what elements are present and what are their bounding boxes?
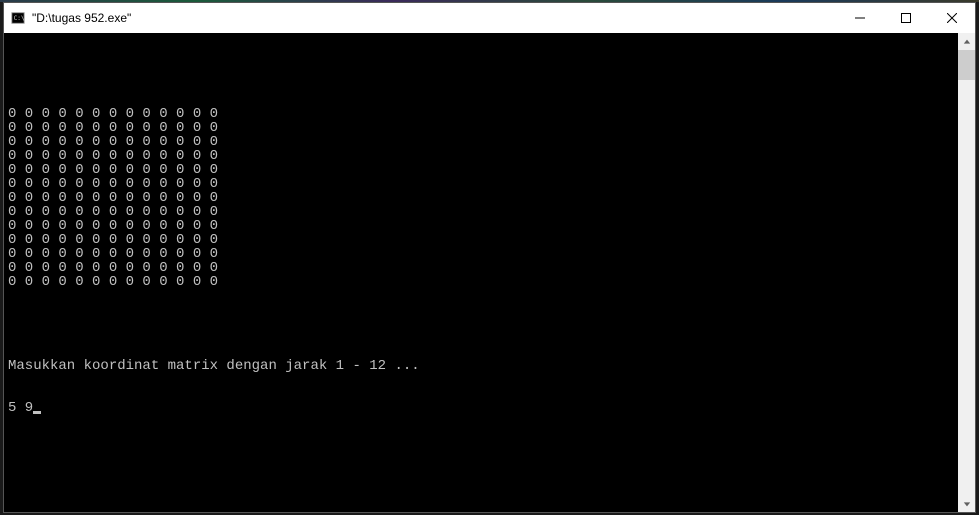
- titlebar-controls: [837, 3, 975, 33]
- console-window: C:\ "D:\tugas 952.exe" 0 0 0 0 0 0 0 0 0…: [3, 2, 976, 513]
- matrix-row: 0 0 0 0 0 0 0 0 0 0 0 0 0: [8, 149, 954, 163]
- matrix-row: 0 0 0 0 0 0 0 0 0 0 0 0 0: [8, 135, 954, 149]
- matrix-row: 0 0 0 0 0 0 0 0 0 0 0 0 0: [8, 275, 954, 289]
- matrix-row: 0 0 0 0 0 0 0 0 0 0 0 0 0: [8, 205, 954, 219]
- scroll-thumb[interactable]: [958, 50, 975, 80]
- window-title: "D:\tugas 952.exe": [32, 11, 131, 25]
- titlebar[interactable]: C:\ "D:\tugas 952.exe": [4, 3, 975, 33]
- matrix-row: 0 0 0 0 0 0 0 0 0 0 0 0 0: [8, 121, 954, 135]
- minimize-button[interactable]: [837, 3, 883, 33]
- matrix-row: 0 0 0 0 0 0 0 0 0 0 0 0 0: [8, 247, 954, 261]
- blank-line: [8, 317, 954, 331]
- matrix-row: 0 0 0 0 0 0 0 0 0 0 0 0 0: [8, 233, 954, 247]
- close-button[interactable]: [929, 3, 975, 33]
- console-output[interactable]: 0 0 0 0 0 0 0 0 0 0 0 0 00 0 0 0 0 0 0 0…: [4, 33, 958, 512]
- matrix-row: 0 0 0 0 0 0 0 0 0 0 0 0 0: [8, 163, 954, 177]
- content-area: 0 0 0 0 0 0 0 0 0 0 0 0 00 0 0 0 0 0 0 0…: [4, 33, 975, 512]
- maximize-button[interactable]: [883, 3, 929, 33]
- matrix-row: 0 0 0 0 0 0 0 0 0 0 0 0 0: [8, 261, 954, 275]
- scroll-up-button[interactable]: [958, 33, 975, 50]
- scroll-down-button[interactable]: [958, 495, 975, 512]
- svg-text:C:\: C:\: [14, 15, 25, 22]
- input-line[interactable]: 5 9: [8, 401, 954, 415]
- titlebar-left: C:\ "D:\tugas 952.exe": [4, 10, 131, 26]
- user-input: 5 9: [8, 401, 33, 415]
- matrix-row: 0 0 0 0 0 0 0 0 0 0 0 0 0: [8, 177, 954, 191]
- text-cursor: [33, 411, 41, 414]
- prompt-text: Masukkan koordinat matrix dengan jarak 1…: [8, 359, 954, 373]
- vertical-scrollbar[interactable]: [958, 33, 975, 512]
- matrix-row: 0 0 0 0 0 0 0 0 0 0 0 0 0: [8, 191, 954, 205]
- matrix-output: 0 0 0 0 0 0 0 0 0 0 0 0 00 0 0 0 0 0 0 0…: [8, 107, 954, 289]
- console-app-icon: C:\: [10, 10, 26, 26]
- matrix-row: 0 0 0 0 0 0 0 0 0 0 0 0 0: [8, 107, 954, 121]
- blank-line: [8, 65, 954, 79]
- scroll-track[interactable]: [958, 50, 975, 495]
- matrix-row: 0 0 0 0 0 0 0 0 0 0 0 0 0: [8, 219, 954, 233]
